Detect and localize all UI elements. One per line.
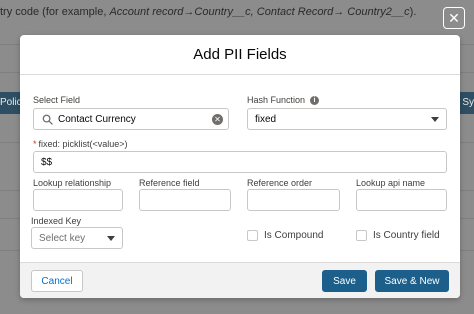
- lookup-relationship-input[interactable]: [33, 189, 123, 211]
- instruction-text: try code (for example, Account record→Co…: [0, 6, 417, 18]
- save-and-new-button[interactable]: Save & New: [375, 270, 449, 292]
- search-icon: [42, 114, 53, 125]
- chevron-down-icon: [107, 236, 115, 241]
- indexed-key-label: Indexed Key: [31, 216, 82, 226]
- table-header-label: Polic: [0, 97, 22, 108]
- is-compound-checkbox[interactable]: [247, 230, 258, 241]
- close-icon: ✕: [448, 10, 460, 26]
- modal-body: Select Field Contact Currency ✕ Hash Fun…: [20, 75, 460, 262]
- fixed-picklist-input[interactable]: $$: [33, 151, 447, 173]
- required-marker: *: [33, 139, 37, 149]
- close-modal-button[interactable]: ✕: [443, 7, 465, 29]
- save-button[interactable]: Save: [322, 270, 367, 292]
- cancel-button[interactable]: Cancel: [31, 270, 83, 292]
- fixed-picklist-label-text: fixed: picklist(<value>): [38, 139, 128, 149]
- add-pii-fields-modal: Add PII Fields Select Field Contact Curr…: [20, 35, 460, 298]
- fixed-picklist-value: $$: [41, 156, 53, 168]
- indexed-key-placeholder: Select key: [39, 232, 86, 244]
- reference-field-label: Reference field: [139, 178, 200, 188]
- reference-field-input[interactable]: [139, 189, 231, 211]
- hash-function-value: fixed: [255, 113, 277, 125]
- is-country-field-label: Is Country field: [373, 230, 440, 241]
- select-field-label: Select Field: [33, 95, 81, 105]
- info-icon[interactable]: i: [310, 96, 319, 105]
- modal-footer: Cancel Save Save & New: [20, 262, 460, 298]
- modal-title: Add PII Fields: [193, 46, 287, 63]
- is-compound-label: Is Compound: [264, 230, 324, 241]
- reference-order-label: Reference order: [247, 178, 313, 188]
- lookup-relationship-label: Lookup relationship: [33, 178, 112, 188]
- select-field-input[interactable]: Contact Currency ✕: [33, 108, 229, 130]
- indexed-key-select[interactable]: Select key: [31, 227, 123, 249]
- reference-order-input[interactable]: [247, 189, 340, 211]
- fixed-picklist-label: * fixed: picklist(<value>): [33, 139, 128, 149]
- hash-function-select[interactable]: fixed: [247, 108, 447, 130]
- is-country-field-checkbox[interactable]: [356, 230, 367, 241]
- lookup-api-name-label: Lookup api name: [356, 178, 426, 188]
- modal-header: Add PII Fields: [20, 35, 460, 75]
- chevron-down-icon: [431, 117, 439, 122]
- hash-function-label: Hash Function: [247, 95, 306, 105]
- table-header-label: Sy: [462, 97, 474, 108]
- clear-icon[interactable]: ✕: [212, 114, 223, 125]
- lookup-api-name-input[interactable]: [356, 189, 447, 211]
- select-field-value: Contact Currency: [58, 113, 136, 125]
